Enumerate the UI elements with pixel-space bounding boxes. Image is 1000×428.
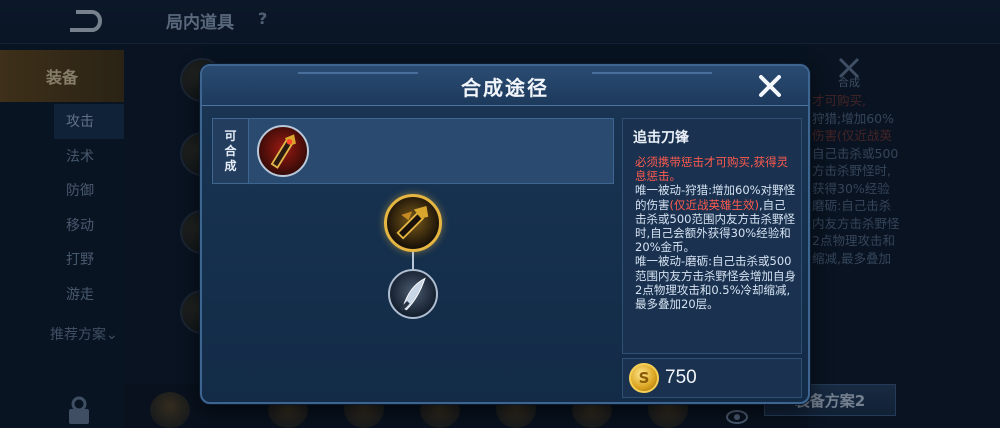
selected-item-icon[interactable] xyxy=(384,194,442,252)
label-char: 成 xyxy=(224,158,237,173)
melee-only-note: (仅近战英雄生效) xyxy=(669,197,759,212)
purchase-requirement: 必须携带惩击才可购买,获得灵息惩击。 xyxy=(635,155,789,184)
price-bar: S 750 xyxy=(622,358,802,398)
item-description: 必须携带惩击才可购买,获得灵息惩击。 唯一被动-狩猎:增加60%对野怪的伤害(仅… xyxy=(635,155,797,311)
label-char: 可 xyxy=(224,128,237,143)
dagger-item-icon xyxy=(399,277,426,311)
blade-item-icon xyxy=(270,134,296,169)
close-button[interactable] xyxy=(750,68,790,104)
tree-connector xyxy=(412,252,414,270)
dialog-title: 合成途径 xyxy=(461,75,549,100)
passive-hunt: 唯一被动-狩猎:增加60%对野怪的伤害(仅近战英雄生效),自己击杀或500范围内… xyxy=(635,183,797,254)
synthesizable-label: 可 合 成 xyxy=(213,119,249,183)
component-item-icon[interactable] xyxy=(388,269,438,319)
item-info-panel: 追击刀锋 必须携带惩击才可购买,获得灵息惩击。 唯一被动-狩猎:增加60%对野怪… xyxy=(622,118,802,354)
synthesis-dialog: 合成途径 可 合 成 追击刀锋 必须携带惩击才可购买,获得灵息惩击。 唯一被动-… xyxy=(200,64,810,404)
gold-coin-icon: S xyxy=(629,363,659,393)
passive-hone: 唯一被动-磨砺:自己击杀或500范围内友方击杀野怪会增加自身2点物理攻击和0.5… xyxy=(635,254,796,312)
synthesizable-row: 可 合 成 xyxy=(212,118,614,184)
label-char: 合 xyxy=(224,143,237,158)
close-icon xyxy=(759,75,781,97)
synthesized-item-icon[interactable] xyxy=(257,125,309,177)
item-name: 追击刀锋 xyxy=(633,130,689,146)
item-price: 750 xyxy=(665,367,697,388)
blade-item-icon xyxy=(396,205,429,240)
